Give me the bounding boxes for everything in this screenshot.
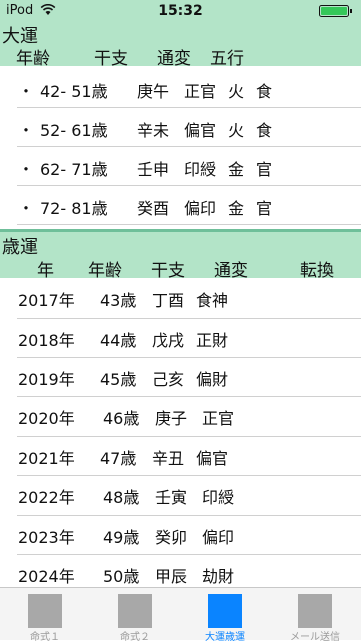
year: 2023年 [18, 528, 75, 547]
age: 43歳 [100, 291, 137, 310]
tsuhen: 正官 [184, 82, 217, 101]
kanshi: 壬申 [137, 160, 170, 179]
age-range: 42- 51歳 [40, 82, 108, 101]
kanshi: 辛丑 [152, 449, 185, 468]
daiun-header-tsuhen: 通変 [157, 49, 191, 69]
saiun-header-year: 年 [37, 261, 54, 281]
row-divider [17, 107, 361, 108]
year: 2017年 [18, 291, 75, 310]
gogyo-1: 金 [228, 199, 245, 218]
saiun-header-tenkan: 転換 [300, 261, 334, 281]
age: 50歳 [103, 567, 140, 586]
row-divider [17, 554, 361, 555]
year: 2022年 [18, 488, 75, 507]
gogyo-2: 官 [256, 160, 273, 179]
status-time: 15:32 [158, 3, 203, 19]
tsuhen: 偏官 [184, 121, 217, 140]
kanshi: 己亥 [152, 370, 185, 389]
kanshi: 癸卯 [155, 528, 188, 547]
tsuhen: 偏官 [196, 449, 229, 468]
year: 2018年 [18, 331, 75, 350]
bullet: ・ [18, 199, 35, 218]
tab-meishiki-2-icon [118, 594, 152, 628]
daiun-header-gogyo: 五行 [210, 49, 244, 69]
age: 47歳 [100, 449, 137, 468]
row-divider [17, 357, 361, 358]
kanshi: 戊戌 [152, 331, 185, 350]
row-divider [17, 396, 361, 397]
kanshi: 甲辰 [155, 567, 188, 586]
tsuhen: 印綬 [202, 488, 235, 507]
battery-icon [319, 5, 352, 17]
tsuhen: 偏財 [196, 370, 229, 389]
tsuhen: 正財 [196, 331, 229, 350]
row-divider [17, 224, 361, 225]
daiun-header-age: 年齢 [16, 49, 50, 69]
kanshi: 癸酉 [137, 199, 170, 218]
row-divider [17, 475, 361, 476]
kanshi: 庚午 [137, 82, 170, 101]
tsuhen: 正官 [202, 409, 235, 428]
tab-meishiki-1-label: 命式１ [30, 632, 60, 643]
year: 2020年 [18, 409, 75, 428]
kanshi: 壬寅 [155, 488, 188, 507]
row-divider [17, 436, 361, 437]
age-range: 52- 61歳 [40, 121, 108, 140]
year: 2019年 [18, 370, 75, 389]
daiun-header: 大運 年齢 干支 通変 五行 [0, 22, 361, 69]
tsuhen: 偏印 [202, 528, 235, 547]
age: 46歳 [103, 409, 140, 428]
gogyo-2: 官 [256, 199, 273, 218]
tsuhen: 偏印 [184, 199, 217, 218]
tab-daiun-saiun-icon [208, 594, 242, 628]
tab-mail-icon [298, 594, 332, 628]
age: 45歳 [100, 370, 137, 389]
tab-daiun-saiun-label: 大運歳運 [205, 632, 245, 643]
bullet: ・ [18, 82, 35, 101]
year: 2024年 [18, 567, 75, 586]
row-divider [17, 515, 361, 516]
gogyo-1: 火 [228, 82, 245, 101]
saiun-header-kanshi: 干支 [151, 261, 185, 281]
row-divider [17, 185, 361, 186]
tab-mail-label: メール送信 [290, 632, 340, 643]
gogyo-2: 食 [256, 82, 273, 101]
year: 2021年 [18, 449, 75, 468]
row-divider [17, 146, 361, 147]
kanshi: 丁酉 [152, 291, 185, 310]
saiun-header-tsuhen: 通変 [214, 261, 248, 281]
bullet: ・ [18, 121, 35, 140]
age: 44歳 [100, 331, 137, 350]
tab-meishiki-1[interactable]: 命式１ [0, 588, 90, 643]
bullet: ・ [18, 160, 35, 179]
age-range: 72- 81歳 [40, 199, 108, 218]
row-divider [17, 318, 361, 319]
saiun-title: 歳運 [2, 237, 38, 258]
tab-bar: 命式１ 命式２ 大運歳運 メール送信 [0, 587, 361, 643]
age: 48歳 [103, 488, 140, 507]
tab-mail[interactable]: メール送信 [270, 588, 360, 643]
tsuhen: 食神 [196, 291, 229, 310]
tab-meishiki-2-label: 命式２ [120, 632, 150, 643]
age-range: 62- 71歳 [40, 160, 108, 179]
tsuhen: 印綬 [184, 160, 217, 179]
kanshi: 辛未 [137, 121, 170, 140]
daiun-header-kanshi: 干支 [94, 49, 128, 69]
age: 49歳 [103, 528, 140, 547]
saiun-header-age: 年齢 [88, 261, 122, 281]
gogyo-1: 火 [228, 121, 245, 140]
status-bar: iPod 15:32 [0, 0, 361, 22]
saiun-header: 歳運 年 年齢 干支 通変 転換 [0, 232, 361, 281]
tab-meishiki-1-icon [28, 594, 62, 628]
gogyo-2: 食 [256, 121, 273, 140]
tab-meishiki-2[interactable]: 命式２ [90, 588, 180, 643]
tab-daiun-saiun[interactable]: 大運歳運 [180, 588, 270, 643]
kanshi: 庚子 [155, 409, 188, 428]
gogyo-1: 金 [228, 160, 245, 179]
tsuhen: 劫財 [202, 567, 235, 586]
